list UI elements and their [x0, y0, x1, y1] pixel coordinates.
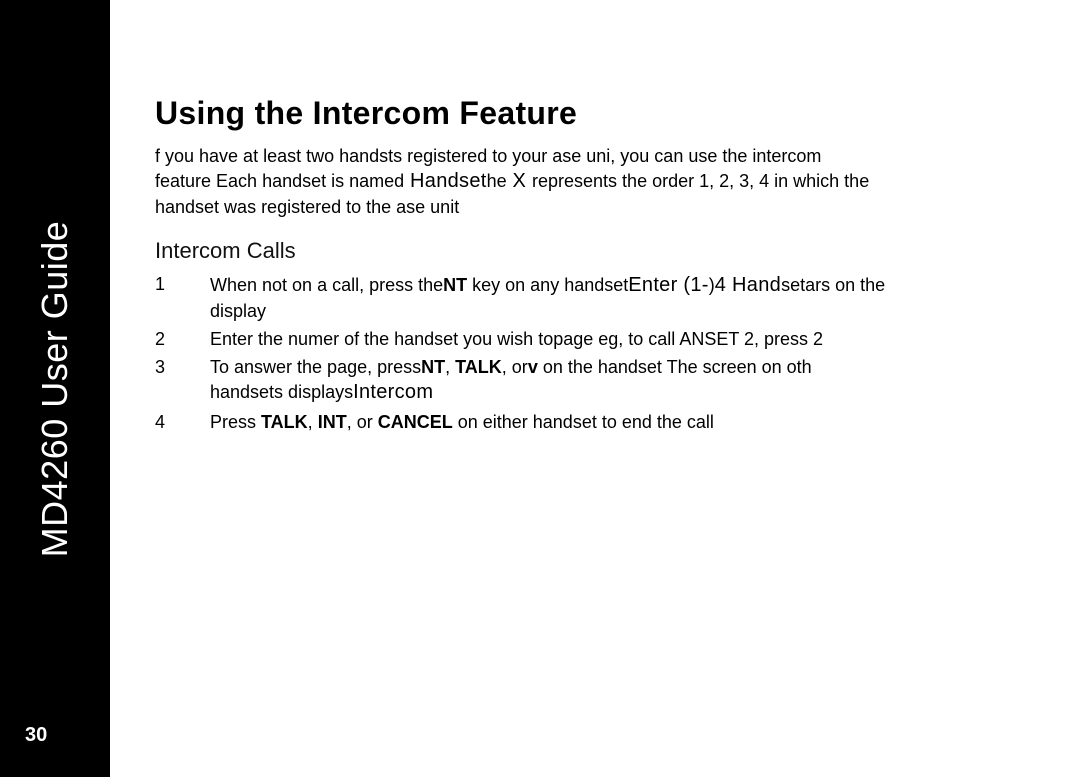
intro-text: f you have at least two hands [155, 146, 388, 166]
text: key on any handset [467, 275, 628, 295]
text: on either handset to end the call [453, 412, 714, 432]
step-number: 4 [155, 410, 210, 434]
text: handsets displays [210, 382, 353, 402]
intro-text: , you can use the intercom [610, 146, 821, 166]
key-label: NT [443, 275, 467, 295]
intro-text: he [487, 171, 507, 191]
page-content: Using the Intercom Feature f you have at… [155, 95, 1020, 439]
text: Enter the numer of the handset you wish … [210, 329, 553, 349]
step-text: When not on a call, press theNT key on a… [210, 272, 1020, 323]
subheading: Intercom Calls [155, 238, 1020, 264]
intro-paragraph: f you have at least two handsts register… [155, 144, 1020, 220]
page-number: 30 [25, 724, 47, 747]
intro-text: handset was registered to the ase unit [155, 197, 459, 217]
key-label: INT [318, 412, 347, 432]
display-text: Intercom [353, 381, 433, 403]
text: , or [502, 357, 528, 377]
step-text: To answer the page, pressNT, TALK, orv o… [210, 355, 1020, 406]
handset-label: Handset [404, 170, 486, 192]
text: , or [347, 412, 373, 432]
text: on the handset The screen on oth [538, 357, 812, 377]
intro-text: feature Each handset is named [155, 171, 404, 191]
key-label: TALK [261, 412, 308, 432]
step-item: 2 Enter the numer of the handset you wis… [155, 327, 1020, 351]
display-text: 4 Hand [715, 274, 781, 296]
steps-list: 1 When not on a call, press theNT key on… [155, 272, 1020, 435]
text: Press [210, 412, 261, 432]
key-label: NT [421, 357, 445, 377]
sidebar: MD4260 User Guide 30 [0, 0, 110, 777]
text: , [308, 412, 318, 432]
text: display [210, 301, 266, 321]
intro-text: represents the order 1, 2, 3, 4 in which… [532, 171, 869, 191]
step-item: 4 Press TALK, INT, or CANCEL on either h… [155, 410, 1020, 434]
text: page eg, to call ANSET 2, press 2 [553, 329, 823, 349]
text: , [445, 357, 455, 377]
text: ars on the [805, 275, 885, 295]
handset-x: X [507, 170, 532, 192]
key-label: TALK [455, 357, 502, 377]
key-label: CANCEL [378, 412, 453, 432]
step-number: 2 [155, 327, 210, 351]
step-number: 1 [155, 272, 210, 323]
step-item: 1 When not on a call, press theNT key on… [155, 272, 1020, 323]
key-label: v [528, 357, 538, 377]
section-title: Using the Intercom Feature [155, 95, 1020, 132]
text: set [781, 275, 805, 295]
step-item: 3 To answer the page, pressNT, TALK, orv… [155, 355, 1020, 406]
intro-text: ts registered to your ase uni [388, 146, 610, 166]
display-text: Enter (1- [628, 274, 709, 296]
guide-title: MD4260 User Guide [34, 220, 76, 557]
step-text: Enter the numer of the handset you wish … [210, 327, 1020, 351]
step-text: Press TALK, INT, or CANCEL on either han… [210, 410, 1020, 434]
text: When not on a call, press the [210, 275, 443, 295]
text: To answer the page, press [210, 357, 421, 377]
step-number: 3 [155, 355, 210, 406]
